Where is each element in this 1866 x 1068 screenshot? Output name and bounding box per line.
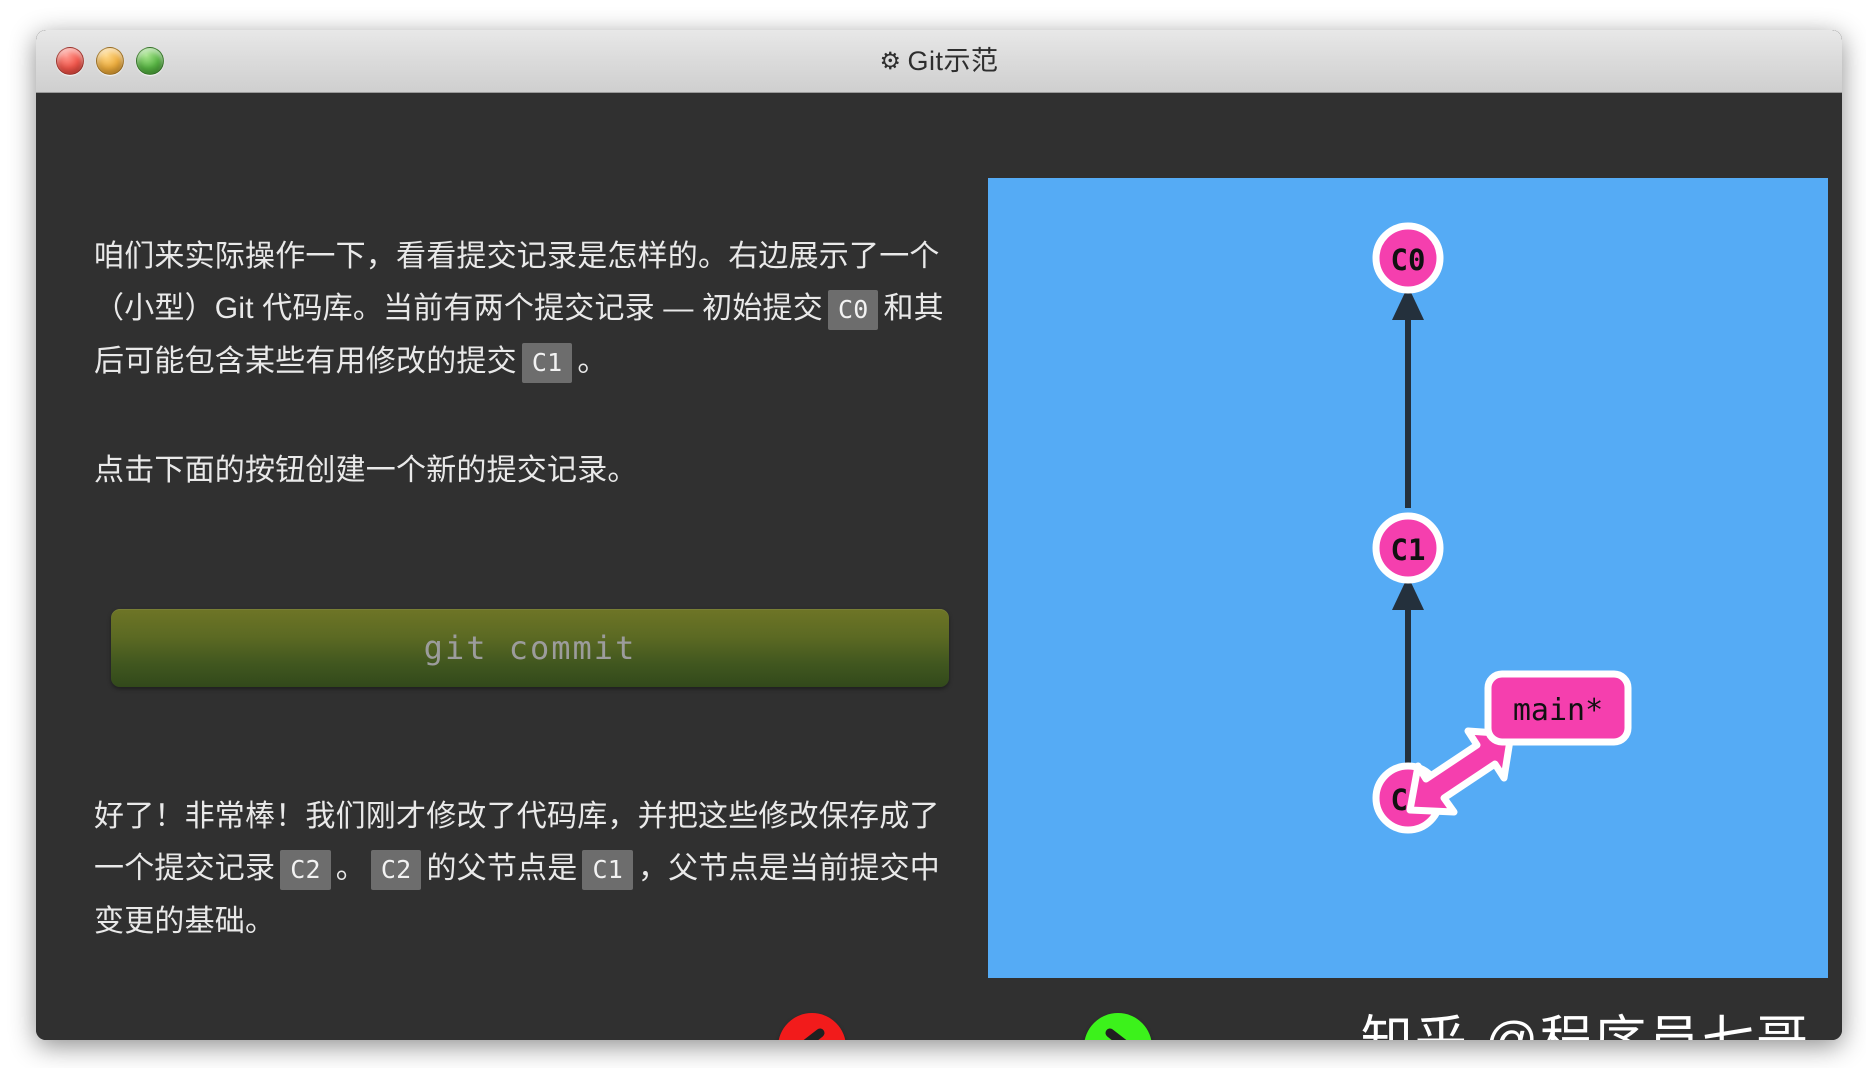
branch-label-main-text: main* [1513,693,1603,728]
app-window: ⚙ Git示范 咱们来实际操作一下，看看提交记录是怎样的。右边展示了一个（小型）G… [36,30,1842,1040]
lesson-paragraph-2: 点击下面的按钮创建一个新的提交记录。 [94,454,638,487]
paragraph-3-text-part-3: 的父节点是 [426,852,578,885]
window-title: ⚙ Git示范 [36,30,1842,92]
code-chip-c2-second: C2 [370,850,422,890]
title-bar: ⚙ Git示范 [36,30,1842,93]
commit-node-c0-label: C0 [1391,243,1426,277]
next-step-button[interactable] [1084,1013,1152,1040]
code-chip-c2-first: C2 [280,850,331,890]
lesson-pane: 咱们来实际操作一下，看看提交记录是怎样的。右边展示了一个（小型）Git 代码库。… [36,93,956,1040]
lesson-paragraph-1: 咱们来实际操作一下，看看提交记录是怎样的。右边展示了一个（小型）Git 代码库。… [94,231,960,389]
commit-node-c1-label: C1 [1391,533,1426,567]
window-title-label: Git示范 [907,46,999,76]
lesson-paragraph-3: 好了！非常棒！我们刚才修改了代码库，并把这些修改保存成了一个提交记录 C2。 C2 的… [94,791,962,948]
window-content: 咱们来实际操作一下，看看提交记录是怎样的。右边展示了一个（小型）Git 代码库。… [36,93,1842,1040]
edge-c2-to-c1 [1392,576,1424,768]
code-chip-c1: C1 [521,343,573,383]
watermark-text: 知乎 @程序员七哥 [1361,998,1810,1040]
commit-graph-panel: C0 C1 C2 main* [988,178,1828,978]
commit-node-c1[interactable]: C1 [1372,512,1444,584]
commit-node-c0[interactable]: C0 [1372,222,1444,294]
edge-c1-to-c0 [1392,286,1424,508]
gear-icon: ⚙ [879,48,902,75]
forward-arrow-icon [1105,1028,1127,1040]
paragraph-1-text-part-3: 。 [577,345,608,378]
branch-label-main[interactable]: main* [1484,670,1632,746]
git-commit-button[interactable]: git commit [111,609,949,687]
commit-graph-svg: C0 C1 C2 main* [1372,222,1632,834]
paragraph-1-text-part-1: 咱们来实际操作一下，看看提交记录是怎样的。右边展示了一个（小型）Git 代码库。… [94,240,940,325]
code-chip-c1-parent: C1 [582,850,633,890]
paragraph-3-text-part-2: 。 [335,852,366,885]
previous-step-button[interactable] [778,1013,846,1040]
code-chip-c0: C0 [827,290,879,330]
back-arrow-icon [803,1028,825,1040]
